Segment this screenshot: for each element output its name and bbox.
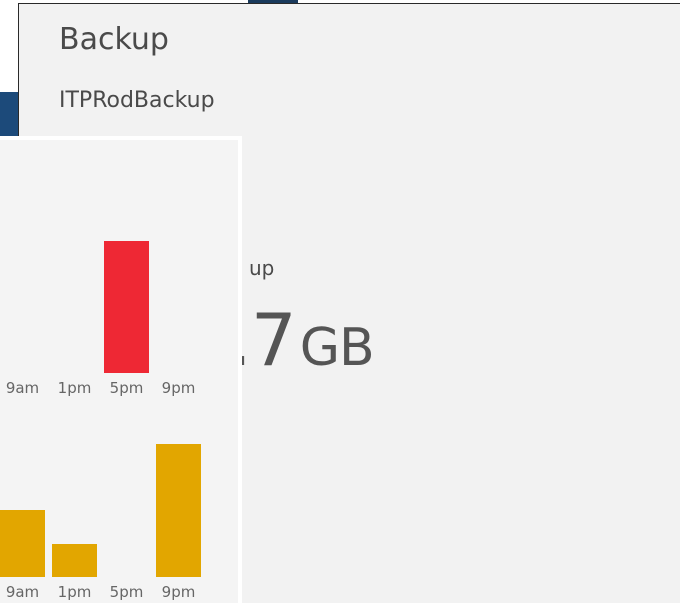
tick-label-9am: 9am bbox=[6, 583, 39, 601]
tick-label-5pm: 5pm bbox=[110, 583, 144, 601]
usage-charts: 9am 1pm 5pm 9pm 9am 1pm 5pm 9pm bbox=[0, 241, 201, 601]
bar-9pm bbox=[156, 444, 201, 577]
bar-1pm bbox=[52, 544, 97, 577]
panel-subtitle: ITPRodBackup bbox=[59, 88, 215, 113]
bar-chart-2: 9am 1pm 5pm 9pm bbox=[0, 444, 201, 601]
screen-root: Backup ITPRodBackup up .7GB 9am 1pm 5pm 9pm… bbox=[0, 0, 680, 603]
tick-label-5pm: 5pm bbox=[110, 379, 144, 397]
stat-unit: GB bbox=[299, 318, 375, 378]
stat-value: .7GB bbox=[229, 304, 375, 378]
tick-label-9pm: 9pm bbox=[162, 379, 196, 397]
bar-5pm bbox=[104, 241, 149, 373]
bar-chart-1: 9am 1pm 5pm 9pm bbox=[6, 241, 196, 397]
tick-label-9pm: 9pm bbox=[162, 583, 196, 601]
tick-label-1pm: 1pm bbox=[58, 379, 92, 397]
usage-chart-card: 9am 1pm 5pm 9pm 9am 1pm 5pm 9pm bbox=[0, 136, 242, 603]
stat-label: up bbox=[249, 256, 275, 280]
tick-label-9am: 9am bbox=[6, 379, 39, 397]
tick-label-1pm: 1pm bbox=[58, 583, 92, 601]
bar-9am bbox=[0, 510, 45, 577]
panel-title: Backup bbox=[59, 22, 169, 57]
